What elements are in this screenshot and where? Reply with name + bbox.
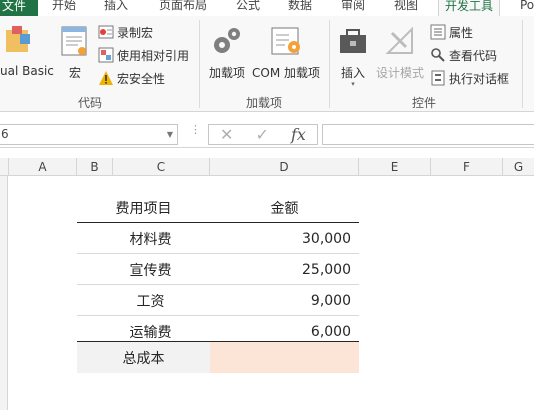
- column-header-f[interactable]: F: [431, 158, 503, 176]
- column-header-c[interactable]: C: [113, 158, 210, 176]
- visual-basic-button[interactable]: ual Basic: [0, 24, 54, 78]
- table-row: 材料费 30,000: [77, 223, 359, 254]
- cancel-icon[interactable]: ✕: [220, 125, 233, 144]
- tab-review[interactable]: 审阅: [341, 0, 365, 11]
- cell-area[interactable]: 费用项目 金额 材料费 30,000 宣传费 25,000 工资 9,000 运…: [9, 176, 534, 410]
- tab-power[interactable]: Po: [520, 0, 534, 11]
- item-cell[interactable]: 材料费: [77, 223, 210, 254]
- view-code-button[interactable]: 查看代码: [430, 46, 497, 64]
- visual-basic-icon: [0, 24, 52, 58]
- group-separator: [199, 20, 200, 108]
- tab-view[interactable]: 视图: [394, 0, 418, 11]
- name-box[interactable]: 6 ▼: [0, 124, 178, 145]
- column-headers: A B C D E F G: [0, 158, 534, 176]
- gears-icon: [205, 24, 249, 58]
- amount-cell[interactable]: 30,000: [210, 223, 359, 254]
- toolbox-icon: [334, 24, 372, 58]
- addins-group-label: 加载项: [246, 96, 283, 110]
- warning-icon: [98, 70, 114, 86]
- properties-button[interactable]: 属性: [430, 23, 473, 41]
- addins-button[interactable]: 加载项: [205, 24, 249, 81]
- record-macro-button[interactable]: 录制宏: [98, 23, 153, 41]
- formula-buttons: ✕ ✓ fx: [208, 124, 318, 145]
- row-headers[interactable]: [0, 176, 8, 410]
- chevron-down-icon[interactable]: ▼: [167, 125, 173, 144]
- total-amount-cell[interactable]: [210, 342, 359, 373]
- enter-icon[interactable]: ✓: [256, 125, 269, 144]
- record-macro-icon: [98, 24, 114, 40]
- table-row: 工资 9,000: [77, 285, 359, 316]
- group-separator: [522, 20, 523, 108]
- formula-input[interactable]: [322, 124, 534, 145]
- macros-button[interactable]: 宏: [58, 24, 92, 81]
- tab-home[interactable]: 开始: [52, 0, 76, 11]
- tab-data[interactable]: 数据: [288, 0, 312, 11]
- tab-file[interactable]: 文件: [0, 0, 38, 16]
- formula-bar: 6 ▼ ⋮ ✕ ✓ fx: [0, 122, 534, 148]
- ribbon: ual Basic 宏 录制宏 使用相对引用 宏安全性 代码 加载项 COM 加…: [0, 16, 534, 112]
- menu-bar: 文件 开始 插入 页面布局 公式 数据 审阅 视图 开发工具 Po: [0, 0, 534, 16]
- tab-developer[interactable]: 开发工具: [438, 0, 501, 16]
- tab-page-layout[interactable]: 页面布局: [159, 0, 207, 11]
- amount-cell[interactable]: 25,000: [210, 254, 359, 285]
- relative-reference-button[interactable]: 使用相对引用: [98, 46, 189, 64]
- column-header-g[interactable]: G: [503, 158, 534, 176]
- run-dialog-button[interactable]: 执行对话框: [430, 69, 509, 87]
- table-header-row: 费用项目 金额: [77, 192, 359, 223]
- macro-security-button[interactable]: 宏安全性: [98, 69, 165, 87]
- properties-icon: [430, 24, 446, 40]
- header-item-cell[interactable]: 费用项目: [77, 192, 210, 223]
- com-addins-icon: [250, 24, 322, 58]
- item-cell[interactable]: 宣传费: [77, 254, 210, 285]
- insert-control-button[interactable]: 插入 ▾: [334, 24, 372, 88]
- chevron-down-icon: ▾: [351, 80, 355, 88]
- table-total-row: 总成本: [77, 341, 359, 373]
- view-code-icon: [430, 47, 446, 63]
- total-label-cell[interactable]: 总成本: [77, 342, 210, 373]
- column-header-b[interactable]: B: [77, 158, 113, 176]
- column-header-d[interactable]: D: [210, 158, 359, 176]
- controls-group-label: 控件: [412, 96, 437, 110]
- item-cell[interactable]: 工资: [77, 285, 210, 316]
- table-row: 宣传费 25,000: [77, 254, 359, 285]
- group-separator: [329, 20, 330, 108]
- macros-icon: [58, 24, 92, 58]
- ribbon-gap: [0, 112, 534, 122]
- tab-formulas[interactable]: 公式: [236, 0, 260, 11]
- drag-handle-icon[interactable]: ⋮: [190, 124, 201, 135]
- design-mode-icon: [374, 24, 426, 58]
- column-header-a[interactable]: A: [9, 158, 77, 176]
- run-dialog-icon: [430, 70, 446, 86]
- design-mode-button[interactable]: 设计模式: [374, 24, 426, 81]
- com-addins-button[interactable]: COM 加载项: [250, 24, 322, 81]
- tab-insert[interactable]: 插入: [104, 0, 128, 11]
- select-all-corner[interactable]: [0, 158, 9, 176]
- column-header-e[interactable]: E: [359, 158, 431, 176]
- worksheet-grid: A B C D E F G 费用项目 金额 材料费 30,000 宣传费 25,…: [0, 158, 534, 410]
- code-group-label: 代码: [78, 96, 103, 110]
- header-amount-cell[interactable]: 金额: [210, 192, 359, 223]
- relative-reference-icon: [98, 47, 114, 63]
- amount-cell[interactable]: 9,000: [210, 285, 359, 316]
- insert-function-icon[interactable]: fx: [291, 125, 306, 144]
